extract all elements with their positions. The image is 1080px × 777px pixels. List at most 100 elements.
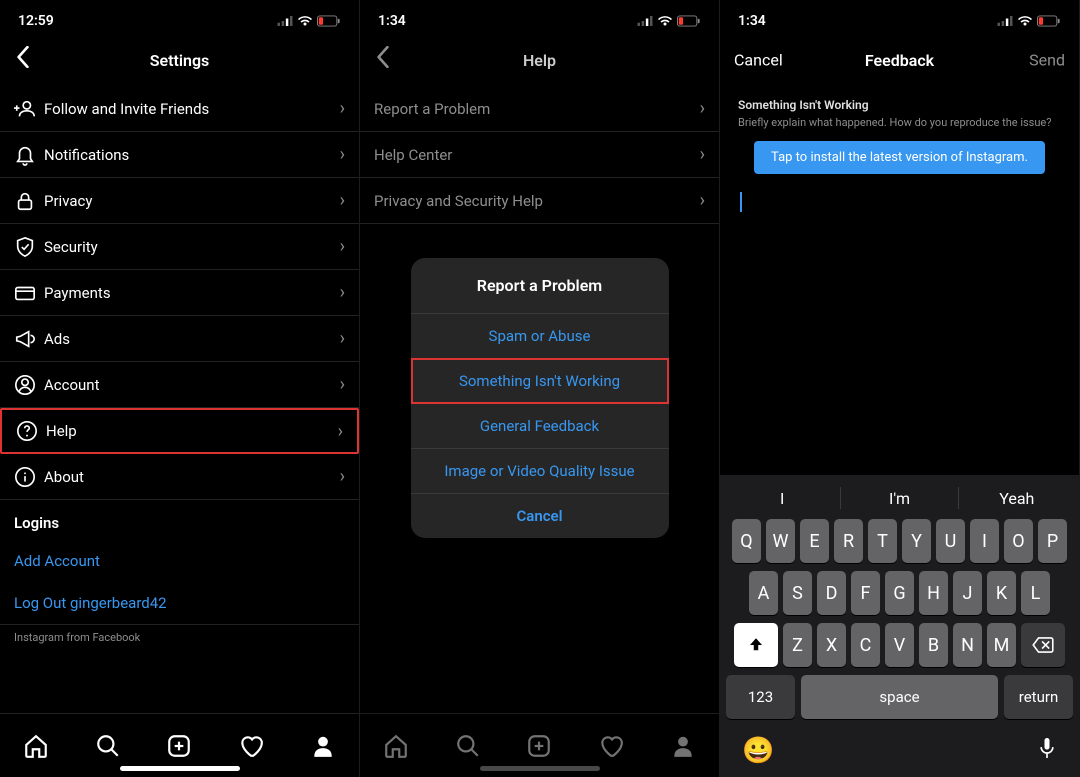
sheet-something-isnt-working[interactable]: Something Isn't Working (411, 359, 669, 404)
account-icon (14, 374, 44, 396)
key-a[interactable]: A (749, 571, 778, 615)
row-help[interactable]: Help › (0, 408, 359, 454)
suggestion-1[interactable]: I (724, 489, 840, 508)
row-security[interactable]: Security › (0, 224, 359, 270)
logout-link[interactable]: Log Out gingerbeard42 (0, 582, 359, 625)
keyboard-suggestions: I I'm Yeah (724, 481, 1075, 519)
row-help-center[interactable]: Help Center › (360, 132, 719, 178)
sheet-image-video-quality[interactable]: Image or Video Quality Issue (411, 449, 669, 494)
key-g[interactable]: G (885, 571, 914, 615)
key-q[interactable]: Q (732, 519, 761, 563)
activity-tab[interactable] (238, 733, 264, 759)
status-time: 1:34 (378, 13, 406, 29)
cancel-button[interactable]: Cancel (734, 51, 783, 70)
chevron-right-icon: › (340, 98, 345, 119)
numeric-key[interactable]: 123 (726, 675, 795, 719)
row-label: Payments (44, 284, 340, 302)
add-account-link[interactable]: Add Account (0, 540, 359, 582)
suggestion-3[interactable]: Yeah (959, 489, 1075, 508)
back-button[interactable] (370, 41, 396, 79)
status-time: 1:34 (738, 13, 766, 29)
key-r[interactable]: R (834, 519, 863, 563)
row-account[interactable]: Account › (0, 362, 359, 408)
key-l[interactable]: L (1021, 571, 1050, 615)
key-row-1: Q W E R T Y U I O P (724, 519, 1075, 563)
status-icons (997, 15, 1061, 27)
key-n[interactable]: N (953, 623, 982, 667)
key-x[interactable]: X (817, 623, 846, 667)
mic-key[interactable] (1037, 735, 1057, 767)
row-about[interactable]: About › (0, 454, 359, 500)
follow-invite-icon (14, 98, 44, 120)
key-d[interactable]: D (817, 571, 846, 615)
install-latest-button[interactable]: Tap to install the latest version of Ins… (754, 141, 1045, 174)
key-b[interactable]: B (919, 623, 948, 667)
feedback-text-input[interactable] (720, 192, 1079, 212)
key-f[interactable]: F (851, 571, 880, 615)
key-t[interactable]: T (868, 519, 897, 563)
feedback-screen: 1:34 Cancel Feedback Send Something Isn'… (720, 0, 1080, 777)
sheet-cancel[interactable]: Cancel (411, 494, 669, 538)
profile-tab[interactable] (670, 733, 696, 759)
feedback-title: Feedback (865, 51, 934, 70)
profile-tab[interactable] (310, 733, 336, 759)
search-tab[interactable] (95, 733, 121, 759)
help-screen: 1:34 Help Report a Problem › Help Center… (360, 0, 720, 777)
sheet-general-feedback[interactable]: General Feedback (411, 404, 669, 449)
back-button[interactable] (10, 41, 36, 79)
row-report-problem[interactable]: Report a Problem › (360, 86, 719, 132)
keyboard: I I'm Yeah Q W E R T Y U I O P A S D F G… (720, 475, 1079, 777)
search-tab[interactable] (455, 733, 481, 759)
key-z[interactable]: Z (783, 623, 812, 667)
row-privacy-security-help[interactable]: Privacy and Security Help › (360, 178, 719, 224)
key-j[interactable]: J (953, 571, 982, 615)
logins-header: Logins (0, 500, 359, 540)
chevron-right-icon: › (340, 466, 345, 487)
footer-note: Instagram from Facebook (0, 625, 359, 656)
create-tab[interactable] (526, 733, 552, 759)
key-o[interactable]: O (1004, 519, 1033, 563)
key-k[interactable]: K (987, 571, 1016, 615)
emoji-key[interactable]: 😀 (742, 736, 774, 766)
create-tab[interactable] (166, 733, 192, 759)
key-i[interactable]: I (970, 519, 999, 563)
activity-tab[interactable] (598, 733, 624, 759)
report-problem-sheet: Report a Problem Spam or Abuse Something… (411, 258, 669, 538)
row-payments[interactable]: Payments › (0, 270, 359, 316)
return-key[interactable]: return (1004, 675, 1073, 719)
home-tab[interactable] (383, 733, 409, 759)
key-w[interactable]: W (766, 519, 795, 563)
row-privacy[interactable]: Privacy › (0, 178, 359, 224)
key-v[interactable]: V (885, 623, 914, 667)
send-button[interactable]: Send (1029, 51, 1065, 70)
bell-icon (14, 144, 44, 166)
shift-key[interactable] (734, 623, 778, 667)
help-icon (16, 420, 46, 442)
row-label: Account (44, 376, 340, 394)
status-icons (637, 15, 701, 27)
settings-nav-header: Settings (0, 34, 359, 86)
key-u[interactable]: U (936, 519, 965, 563)
key-h[interactable]: H (919, 571, 948, 615)
home-tab[interactable] (23, 733, 49, 759)
sheet-spam-abuse[interactable]: Spam or Abuse (411, 314, 669, 359)
row-notifications[interactable]: Notifications › (0, 132, 359, 178)
key-row-2: A S D F G H J K L (724, 571, 1075, 615)
card-icon (14, 282, 44, 304)
backspace-key[interactable] (1021, 623, 1065, 667)
suggestion-2[interactable]: I'm (841, 489, 957, 508)
row-label: Privacy (44, 192, 340, 210)
key-y[interactable]: Y (902, 519, 931, 563)
key-s[interactable]: S (783, 571, 812, 615)
key-p[interactable]: P (1038, 519, 1067, 563)
row-follow-invite[interactable]: Follow and Invite Friends › (0, 86, 359, 132)
key-c[interactable]: C (851, 623, 880, 667)
chevron-right-icon: › (340, 236, 345, 257)
row-ads[interactable]: Ads › (0, 316, 359, 362)
chevron-right-icon: › (340, 282, 345, 303)
key-m[interactable]: M (987, 623, 1016, 667)
space-key[interactable]: space (801, 675, 998, 719)
help-list: Report a Problem › Help Center › Privacy… (360, 86, 719, 224)
home-indicator (120, 766, 240, 771)
key-e[interactable]: E (800, 519, 829, 563)
